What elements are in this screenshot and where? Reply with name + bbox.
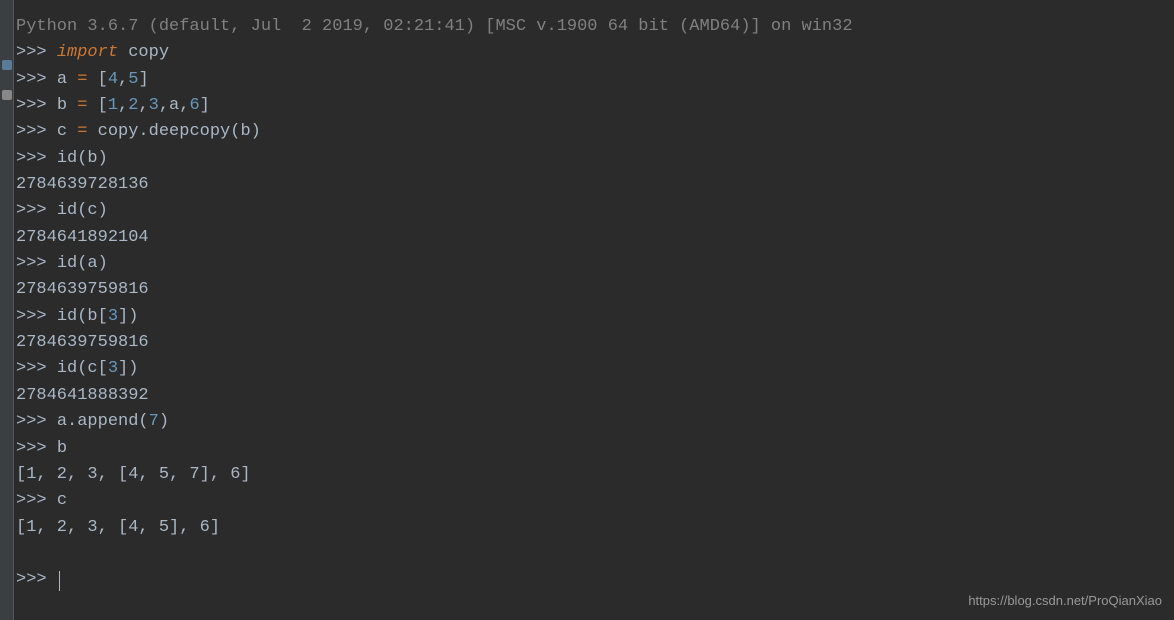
number: 2: [128, 96, 138, 115]
number: 3: [149, 96, 159, 115]
repl-output: 2784639759816: [16, 330, 1174, 356]
repl-line: >>> id(c): [16, 198, 1174, 224]
repl-output: 2784639759816: [16, 277, 1174, 303]
code-text: id(c[: [57, 359, 108, 378]
code-text: c: [57, 122, 77, 141]
code-text: a.append(: [57, 412, 149, 431]
code-text: b: [57, 439, 67, 458]
number: 3: [108, 359, 118, 378]
code-text: b: [57, 96, 77, 115]
prompt: >>>: [16, 43, 57, 62]
comma: ,: [118, 96, 128, 115]
repl-output: 2784639728136: [16, 172, 1174, 198]
number: 5: [128, 70, 138, 89]
editor-gutter: [0, 0, 14, 620]
repl-line: >>> b = [1,2,3,a,6]: [16, 93, 1174, 119]
comma: ,: [118, 70, 128, 89]
code-text: id(b[: [57, 307, 108, 326]
operator: =: [77, 70, 87, 89]
code-text: copy.deepcopy(b): [87, 122, 260, 141]
repl-line: >>> id(a): [16, 251, 1174, 277]
repl-line: >>> b: [16, 436, 1174, 462]
code-text: ]: [138, 70, 148, 89]
code-text: id(a): [57, 254, 108, 273]
prompt: >>>: [16, 149, 57, 168]
code-text: ]): [118, 307, 138, 326]
comma: ,: [138, 96, 148, 115]
code-text: id(c): [57, 201, 108, 220]
code-text: [: [87, 70, 107, 89]
python-console[interactable]: Python 3.6.7 (default, Jul 2 2019, 02:21…: [16, 0, 1174, 593]
repl-input-line[interactable]: >>>: [16, 567, 1174, 593]
code-text: c: [57, 491, 67, 510]
code-text: ): [159, 412, 169, 431]
number: 6: [189, 96, 199, 115]
gutter-icon: [2, 60, 12, 70]
prompt: >>>: [16, 491, 57, 510]
prompt: >>>: [16, 307, 57, 326]
cursor-icon: [59, 571, 60, 591]
repl-line: >>> c = copy.deepcopy(b): [16, 119, 1174, 145]
prompt: >>>: [16, 412, 57, 431]
code-text: ]: [200, 96, 210, 115]
comma: ,a,: [159, 96, 190, 115]
prompt: >>>: [16, 201, 57, 220]
repl-line: >>> import copy: [16, 40, 1174, 66]
prompt: >>>: [16, 439, 57, 458]
repl-line: >>> a.append(7): [16, 409, 1174, 435]
operator: =: [77, 96, 87, 115]
code-text: id(b): [57, 149, 108, 168]
code-text: a: [57, 70, 77, 89]
prompt: >>>: [16, 359, 57, 378]
code-text: [: [87, 96, 107, 115]
prompt: >>>: [16, 96, 57, 115]
repl-line: >>> id(c[3]): [16, 356, 1174, 382]
number: 3: [108, 307, 118, 326]
prompt: >>>: [16, 570, 57, 589]
repl-line: >>> a = [4,5]: [16, 67, 1174, 93]
repl-output: [1, 2, 3, [4, 5], 6]: [16, 515, 1174, 541]
repl-output: 2784641888392: [16, 383, 1174, 409]
repl-output: [1, 2, 3, [4, 5, 7], 6]: [16, 462, 1174, 488]
repl-line: >>> id(b[3]): [16, 304, 1174, 330]
repl-line: >>> c: [16, 488, 1174, 514]
code-text: copy: [118, 43, 169, 62]
python-header: Python 3.6.7 (default, Jul 2 2019, 02:21…: [16, 14, 1174, 40]
repl-line: >>> id(b): [16, 146, 1174, 172]
number: 1: [108, 96, 118, 115]
prompt: >>>: [16, 254, 57, 273]
operator: =: [77, 122, 87, 141]
number: 4: [108, 70, 118, 89]
number: 7: [149, 412, 159, 431]
prompt: >>>: [16, 70, 57, 89]
code-text: ]): [118, 359, 138, 378]
gutter-icon: [2, 90, 12, 100]
repl-output: 2784641892104: [16, 225, 1174, 251]
keyword-import: import: [57, 43, 118, 62]
prompt: >>>: [16, 122, 57, 141]
watermark: https://blog.csdn.net/ProQianXiao: [968, 593, 1162, 608]
